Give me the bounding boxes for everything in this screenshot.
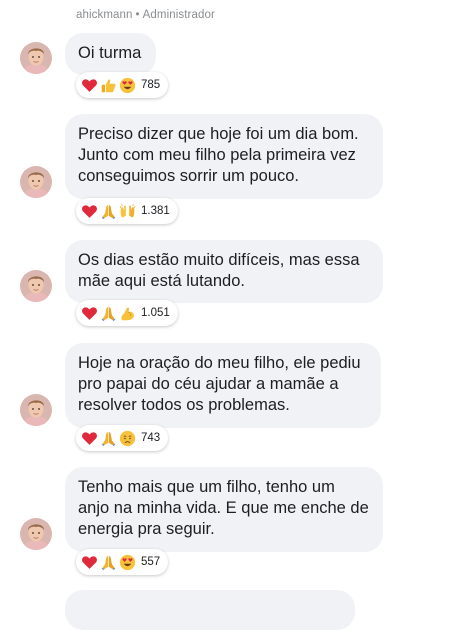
avatar[interactable] bbox=[20, 270, 52, 302]
praying-hands-icon bbox=[100, 430, 117, 447]
heart-icon bbox=[81, 430, 98, 447]
avatar[interactable] bbox=[20, 394, 52, 426]
author-username[interactable]: ahickmann bbox=[76, 9, 133, 21]
avatar[interactable] bbox=[20, 166, 52, 198]
reaction-count: 1.051 bbox=[141, 307, 170, 319]
reaction-count: 557 bbox=[141, 556, 161, 568]
heart-icon bbox=[81, 305, 98, 322]
reaction-bar[interactable]: 1.051 bbox=[76, 300, 178, 326]
thumbs-up-icon bbox=[100, 77, 117, 94]
reaction-bar[interactable]: 1.381 bbox=[76, 198, 178, 224]
reaction-bar[interactable]: 743 bbox=[76, 425, 169, 451]
message-bubble: Oi turma bbox=[65, 33, 156, 75]
crying-face-icon bbox=[119, 430, 136, 447]
message-bubble: Hoje na oração do meu filho, ele pediu p… bbox=[65, 343, 381, 428]
message-bubble: Os dias estão muito difíceis, mas essa m… bbox=[65, 240, 383, 303]
reaction-count: 1.381 bbox=[141, 205, 170, 217]
heart-icon bbox=[81, 554, 98, 571]
praying-hands-icon bbox=[100, 305, 117, 322]
avatar[interactable] bbox=[20, 42, 52, 74]
message-bubble: Preciso dizer que hoje foi um dia bom. J… bbox=[65, 114, 383, 199]
reaction-count: 743 bbox=[141, 432, 161, 444]
reaction-bar[interactable]: 785 bbox=[76, 72, 169, 98]
flexed-biceps-icon bbox=[119, 305, 136, 322]
reaction-bar[interactable]: 557 bbox=[76, 549, 169, 575]
avatar[interactable] bbox=[20, 518, 52, 550]
message-bubble: Tenho mais que um filho, tenho um anjo n… bbox=[65, 467, 383, 552]
post-author-header: ahickmann • Administrador bbox=[76, 9, 215, 21]
reaction-count: 785 bbox=[141, 79, 161, 91]
heart-eyes-icon bbox=[119, 554, 136, 571]
heart-eyes-icon bbox=[119, 77, 136, 94]
praying-hands-icon bbox=[100, 203, 117, 220]
praying-hands-icon bbox=[100, 554, 117, 571]
heart-icon bbox=[81, 203, 98, 220]
message-bubble-partial bbox=[65, 590, 355, 630]
raised-hands-icon bbox=[119, 203, 136, 220]
header-separator: • bbox=[135, 9, 140, 21]
heart-icon bbox=[81, 77, 98, 94]
author-role: Administrador bbox=[142, 9, 215, 21]
